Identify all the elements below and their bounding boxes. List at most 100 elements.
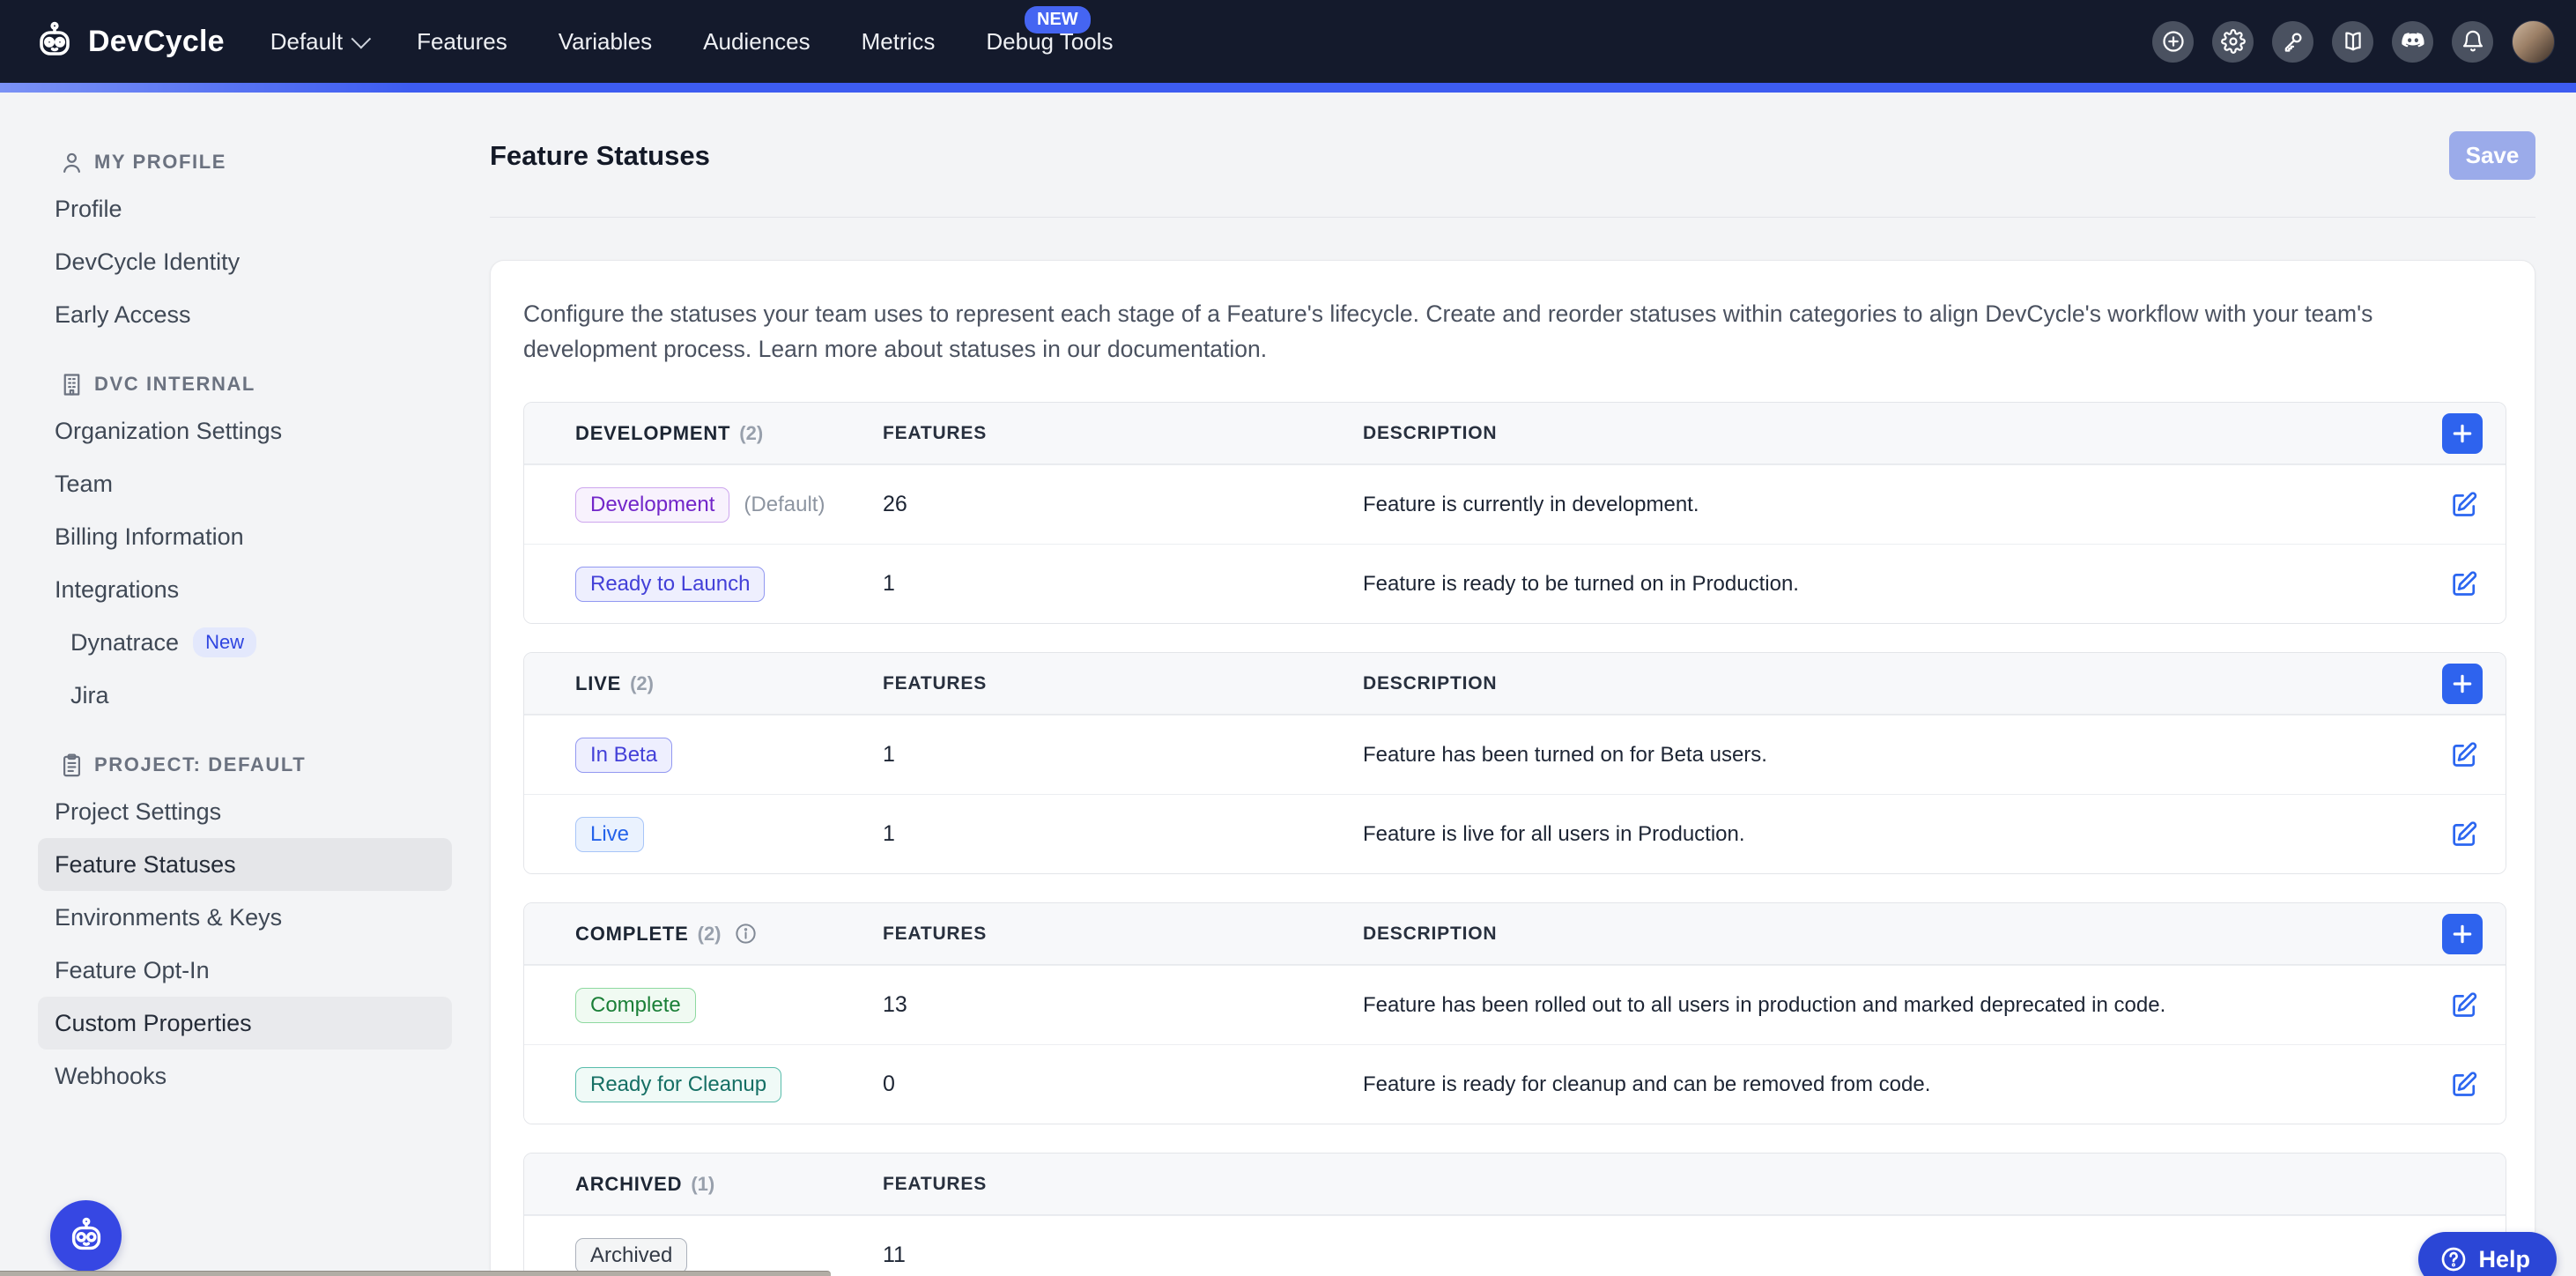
help-button[interactable]: Help (2418, 1232, 2557, 1276)
page-title: Feature Statuses (490, 140, 710, 172)
status-badge-ready-to-launch[interactable]: Ready to Launch (575, 567, 765, 602)
status-badge-live[interactable]: Live (575, 817, 644, 852)
column-header-description: DESCRIPTION (1363, 924, 2400, 945)
nav-item-audiences[interactable]: Audiences (703, 28, 810, 56)
status-row-archived: Archived 11 (524, 1215, 2506, 1276)
person-icon (58, 149, 85, 176)
column-header-description: DESCRIPTION (1363, 423, 2400, 444)
discord-button[interactable] (2392, 21, 2433, 63)
header-divider (490, 217, 2535, 218)
sidebar-item-dynatrace[interactable]: Dynatrace New (38, 616, 452, 669)
sidebar-item-team[interactable]: Team (38, 457, 452, 510)
status-description: Feature has been turned on for Beta user… (1363, 743, 2400, 768)
section-name: COMPLETE (575, 923, 689, 946)
save-button[interactable]: Save (2449, 131, 2535, 180)
column-header-features: FEATURES (883, 673, 1363, 694)
notifications-button[interactable] (2452, 21, 2493, 63)
sidebar-item-webhooks[interactable]: Webhooks (38, 1050, 452, 1102)
nav-item-metrics[interactable]: Metrics (862, 28, 936, 56)
documentation-button[interactable] (2332, 21, 2373, 63)
new-badge: NEW (1025, 6, 1091, 33)
sidebar-item-integrations[interactable]: Integrations (38, 563, 452, 616)
edit-icon (2449, 820, 2479, 849)
plus-circle-icon (2161, 29, 2186, 54)
section-count: (2) (698, 923, 722, 946)
edit-status-button[interactable] (2449, 569, 2479, 599)
sidebar-item-organization-settings[interactable]: Organization Settings (38, 404, 452, 457)
sidebar-item-early-access[interactable]: Early Access (38, 288, 452, 341)
sidebar-item-jira[interactable]: Jira (38, 669, 452, 722)
status-row-ready-for-cleanup: Ready for Cleanup 0 Feature is ready for… (524, 1044, 2506, 1124)
plus-icon (2451, 923, 2474, 946)
section-count: (2) (630, 672, 654, 695)
nav-links: Default Features Variables Audiences Met… (270, 28, 1114, 56)
nav-project-selector[interactable]: Default (270, 28, 366, 56)
nav-item-features[interactable]: Features (417, 28, 507, 56)
add-status-button[interactable] (2442, 914, 2483, 954)
edit-status-button[interactable] (2449, 740, 2479, 770)
sidebar-item-project-settings[interactable]: Project Settings (38, 785, 452, 838)
settings-button[interactable] (2212, 21, 2254, 63)
chevron-down-icon (352, 29, 372, 49)
edit-icon (2449, 569, 2479, 599)
status-row-development: Development(Default) 26 Feature is curre… (524, 464, 2506, 544)
sidebar-item-custom-properties[interactable]: Custom Properties (38, 997, 452, 1050)
sidebar-section-project-default: PROJECT: DEFAULT (38, 745, 452, 785)
brand-name: DevCycle (88, 25, 225, 59)
status-badge-ready-for-cleanup[interactable]: Ready for Cleanup (575, 1067, 781, 1102)
sidebar-item-feature-opt-in[interactable]: Feature Opt-In (38, 944, 452, 997)
info-icon[interactable] (734, 922, 758, 946)
browser-status-strip (0, 1271, 831, 1276)
feature-count: 0 (883, 1072, 1363, 1097)
devcycle-assistant-button[interactable] (50, 1200, 122, 1272)
add-new-button[interactable] (2152, 21, 2194, 63)
sidebar-section-my-profile: MY PROFILE (38, 142, 452, 182)
sidebar-item-profile[interactable]: Profile (38, 182, 452, 235)
section-name: LIVE (575, 672, 621, 695)
status-description: Feature is ready for cleanup and can be … (1363, 1072, 2400, 1097)
sidebar-item-environments-keys[interactable]: Environments & Keys (38, 891, 452, 944)
plus-icon (2451, 672, 2474, 695)
status-row-in-beta: In Beta 1 Feature has been turned on for… (524, 715, 2506, 794)
section-complete: COMPLETE (2) FEATURES DESCRIPTION Comple… (523, 902, 2506, 1124)
status-description: Feature is ready to be turned on in Prod… (1363, 572, 2400, 597)
question-circle-icon (2439, 1245, 2468, 1273)
column-header-features: FEATURES (883, 1174, 1363, 1195)
edit-status-button[interactable] (2449, 990, 2479, 1020)
nav-item-variables[interactable]: Variables (559, 28, 652, 56)
main-content: Feature Statuses Save Configure the stat… (476, 93, 2576, 1276)
sidebar-item-feature-statuses[interactable]: Feature Statuses (38, 838, 452, 891)
section-development: DEVELOPMENT(2) FEATURES DESCRIPTION Deve… (523, 402, 2506, 624)
edit-status-button[interactable] (2449, 820, 2479, 849)
status-badge-development[interactable]: Development (575, 487, 729, 523)
status-badge-complete[interactable]: Complete (575, 988, 696, 1023)
settings-sidebar: MY PROFILE Profile DevCycle Identity Ear… (0, 93, 476, 1276)
sidebar-item-devcycle-identity[interactable]: DevCycle Identity (38, 235, 452, 288)
status-row-complete: Complete 13 Feature has been rolled out … (524, 965, 2506, 1044)
edit-icon (2449, 490, 2479, 520)
add-status-button[interactable] (2442, 664, 2483, 704)
feature-count: 11 (883, 1243, 1363, 1268)
status-badge-archived[interactable]: Archived (575, 1238, 687, 1273)
column-header-description: DESCRIPTION (1363, 673, 2400, 694)
sidebar-item-billing-information[interactable]: Billing Information (38, 510, 452, 563)
edit-status-button[interactable] (2449, 1070, 2479, 1100)
clipboard-icon (58, 752, 85, 779)
user-avatar[interactable] (2512, 20, 2555, 63)
feature-statuses-card: Configure the statuses your team uses to… (490, 260, 2535, 1276)
brand[interactable]: DevCycle (33, 20, 225, 63)
section-name: DEVELOPMENT (575, 422, 730, 445)
section-count: (1) (691, 1173, 714, 1196)
default-tag: (Default) (744, 493, 825, 517)
status-row-ready-to-launch: Ready to Launch 1 Feature is ready to be… (524, 544, 2506, 623)
status-badge-in-beta[interactable]: In Beta (575, 738, 672, 773)
edit-icon (2449, 740, 2479, 770)
add-status-button[interactable] (2442, 413, 2483, 454)
edit-status-button[interactable] (2449, 490, 2479, 520)
building-icon (58, 371, 85, 398)
edit-icon (2449, 990, 2479, 1020)
top-navbar: DevCycle Default Features Variables Audi… (0, 0, 2576, 83)
status-description: Feature has been rolled out to all users… (1363, 993, 2400, 1018)
feature-count: 13 (883, 992, 1363, 1018)
api-keys-button[interactable] (2272, 21, 2313, 63)
